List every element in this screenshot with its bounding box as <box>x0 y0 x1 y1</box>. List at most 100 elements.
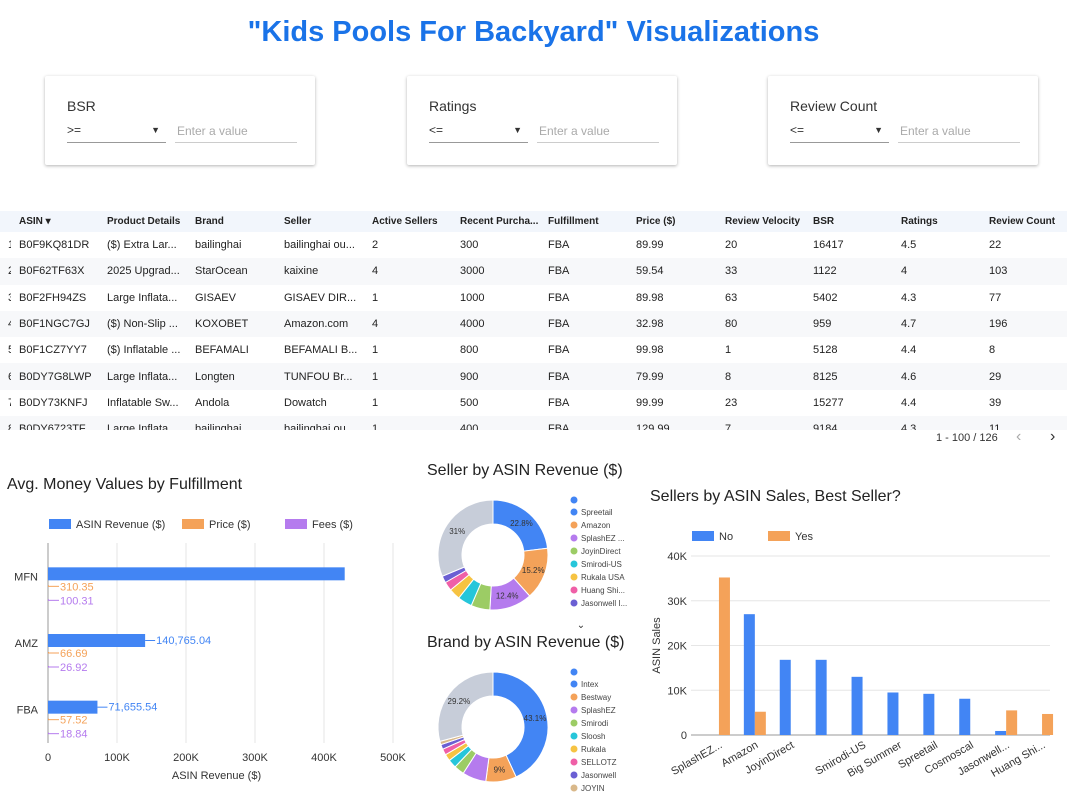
legend-label: Price ($) <box>209 519 251 531</box>
table-cell: 1 <box>364 416 452 430</box>
legend-label: Sloosh <box>581 732 605 741</box>
legend-swatch <box>692 531 714 541</box>
chart-title-brand-pie: Brand by ASIN Revenue ($) <box>427 634 625 651</box>
table-cell: 8 <box>717 363 805 390</box>
pie-slice <box>437 671 494 742</box>
column-header[interactable]: Review Velocity <box>717 211 805 232</box>
table-cell: 500 <box>460 396 479 409</box>
column-header[interactable]: BSR <box>805 211 893 232</box>
review-count-operator-select[interactable]: <= ▼ <box>790 119 889 143</box>
legend-swatch <box>285 519 307 529</box>
slice-label: 43.1% <box>524 714 547 723</box>
table-cell: FBA <box>540 258 628 285</box>
table-cell: B0F1NGC7GJ <box>11 310 99 338</box>
table-cell: 7. <box>0 390 11 416</box>
table-row[interactable]: 7. B0DY73KNFJ Inflatable Sw... Andola Dowatc… <box>0 390 1067 416</box>
legend-label: Rukala USA <box>581 573 625 582</box>
bsr-operator-select[interactable]: >= ▼ <box>67 119 166 143</box>
table-cell: ($) Inflatable ... <box>107 344 181 357</box>
table-cell: B0F62TF63X <box>11 258 99 285</box>
fulfillment-bar-chart: ASIN Revenue ($) Price ($) Fees ($) 0 100K 20… <box>14 519 407 782</box>
table-cell: 4 <box>364 310 452 338</box>
bar-no <box>923 693 935 735</box>
x-tick-label: 0 <box>45 752 51 764</box>
table-cell: Large Inflata... <box>99 363 187 390</box>
table-row[interactable]: 8.B0DY6723TFLarge Inflata...bailinghaiba… <box>0 416 1067 430</box>
table-cell: 300 <box>460 239 479 252</box>
review-count-filter-label: Review Count <box>790 98 878 114</box>
legend-label: SELLOTZ <box>581 758 617 767</box>
table-cell: B0F9KQ81DR <box>19 239 90 252</box>
legend-marker <box>570 732 578 740</box>
table-cell: 4.6 <box>893 363 981 390</box>
table-cell: 900 <box>452 363 540 390</box>
column-header[interactable]: Fulfillment <box>540 211 628 232</box>
table-cell: 400 <box>452 416 540 430</box>
legend-label: Smirodi-US <box>581 560 622 569</box>
legend-label: Rukala <box>581 745 606 754</box>
data-label: 310.35 <box>60 581 94 593</box>
pie-slice <box>437 499 494 577</box>
table-cell: 196 <box>981 310 1067 338</box>
bsr-value-input[interactable] <box>175 119 297 143</box>
table-cell: bailinghai <box>187 416 276 430</box>
column-header[interactable]: Price ($) <box>628 211 717 232</box>
legend-marker <box>570 521 578 529</box>
table-row[interactable]: 3. B0F2FH94ZS Large Inflata... GISAEV GISAEV… <box>0 285 1067 311</box>
review-count-value-input[interactable] <box>898 119 1020 143</box>
column-header[interactable]: Seller <box>276 211 364 232</box>
legend-label: JoyinDirect <box>581 547 621 556</box>
table-cell: 2 <box>372 239 379 252</box>
table-cell: 1. <box>0 232 11 258</box>
table-row[interactable]: 5. B0F1CZ7YY7 ($) Inflatable ... BEFAMALI BE… <box>0 337 1067 363</box>
table-row[interactable]: 1. B0F9KQ81DR ($) Extra Lar... bailinghai ba… <box>0 232 1067 258</box>
table-cell: 39 <box>989 396 1002 409</box>
bsr-filter-label: BSR <box>67 98 96 114</box>
column-header[interactable]: Review Count <box>981 211 1067 232</box>
chart-title-sellers-sales: Sellers by ASIN Sales, Best Seller? <box>650 488 901 505</box>
legend-label: Huang Shi... <box>581 586 625 595</box>
table-cell: TUNFOU Br... <box>276 363 364 390</box>
table-cell: 6. <box>0 363 11 390</box>
next-page-icon[interactable]: › <box>1050 428 1055 446</box>
slice-label: 15.2% <box>522 566 545 575</box>
y-tick-label: 40K <box>667 551 687 563</box>
table-cell: 89.99 <box>636 239 664 252</box>
bar-no <box>815 659 827 735</box>
ratings-value-input[interactable] <box>537 119 659 143</box>
table-cell: 1 <box>372 344 379 357</box>
table-cell: 22 <box>989 239 1002 252</box>
x-tick-label: 200K <box>173 752 199 764</box>
bar-fees- <box>48 599 49 601</box>
table-row[interactable]: 6.B0DY7G8LWPLarge Inflata...LongtenTUNFO… <box>0 363 1067 390</box>
legend-swatch <box>768 531 790 541</box>
chart-title-fulfillment: Avg. Money Values by Fulfillment <box>7 476 243 493</box>
table-cell: 1 <box>372 291 379 304</box>
column-header[interactable]: Active Sellers <box>364 211 452 232</box>
column-header[interactable]: ASIN ▾ <box>11 211 99 232</box>
ratings-operator-select[interactable]: <= ▼ <box>429 119 528 143</box>
table-cell: 80 <box>717 310 805 338</box>
table-cell: 99.99 <box>636 396 664 409</box>
legend-marker <box>570 693 578 701</box>
table-cell: 3. <box>0 285 11 311</box>
column-header <box>0 211 11 232</box>
sellers-sales-bar-chart: No Yes010K20K30K40KASIN SalesSplashEZ...A… <box>651 531 1054 780</box>
column-header[interactable]: Product Details <box>99 211 187 232</box>
table-cell: 1000 <box>460 291 485 304</box>
bar-no <box>887 692 899 735</box>
table-cell: 5. <box>0 337 11 363</box>
table-cell: 3000 <box>452 258 540 285</box>
column-header[interactable]: Ratings <box>893 211 981 232</box>
column-header[interactable]: Brand <box>187 211 276 232</box>
table-cell: 2. <box>0 258 11 285</box>
table-cell: 4.3 <box>901 291 917 304</box>
legend-label: Bestway <box>581 693 611 702</box>
legend-marker <box>570 547 578 555</box>
column-header[interactable]: Recent Purcha... <box>452 211 540 232</box>
table-cell: 4.5 <box>901 239 917 252</box>
table-cell: 5402 <box>813 291 838 304</box>
table-row[interactable]: 4.B0F1NGC7GJ($) Non-Slip ...KOXOBETAmazo… <box>0 310 1067 338</box>
table-row[interactable]: 2.B0F62TF63X2025 Upgrad...StarOceankaixi… <box>0 258 1067 285</box>
prev-page-icon[interactable]: ‹ <box>1016 428 1021 446</box>
